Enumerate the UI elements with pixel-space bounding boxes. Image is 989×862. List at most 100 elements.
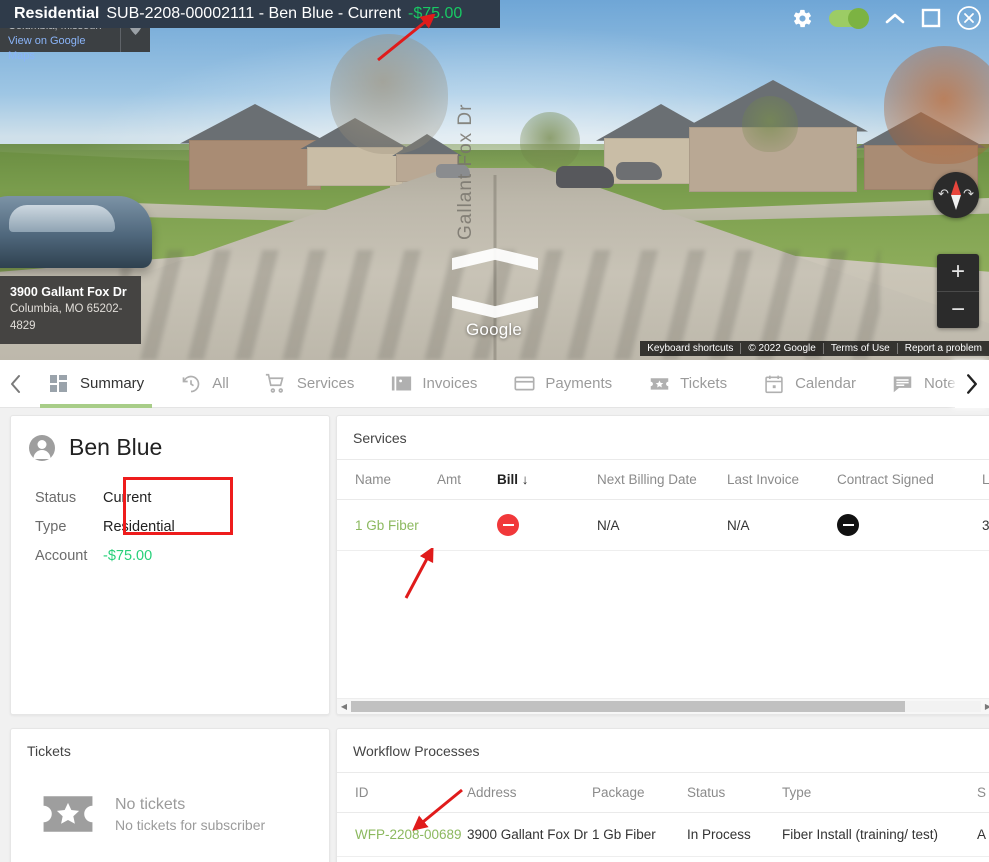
- tabs-scroll-right-button[interactable]: [955, 360, 989, 408]
- cart-icon: [265, 373, 287, 395]
- detail-value-status: Current: [103, 489, 152, 506]
- tickets-empty-title: No tickets: [115, 795, 186, 813]
- services-horizontal-scrollbar[interactable]: ◀ ▶: [337, 698, 989, 714]
- col-truncated[interactable]: S: [977, 772, 989, 813]
- sort-descending-icon: ↓: [521, 472, 529, 487]
- tab-payments[interactable]: Payments: [495, 360, 630, 408]
- summary-content: Ben Blue Status Current Type Residential…: [0, 408, 989, 862]
- detail-row-status: Status Current: [35, 483, 329, 512]
- tab-label: Summary: [80, 375, 145, 392]
- parked-car-2: [616, 162, 662, 180]
- street-view-panel[interactable]: Gallant Fox Dr Google ↶ ↷ + − 3900 Galla…: [0, 0, 989, 360]
- col-last-invoice[interactable]: Last Invoice: [727, 459, 837, 500]
- col-amt[interactable]: Amt: [437, 459, 497, 500]
- street-name-overlay: Gallant Fox Dr: [455, 103, 476, 240]
- col-contract-signed[interactable]: Contract Signed: [837, 459, 982, 500]
- close-icon[interactable]: [957, 6, 981, 30]
- scroll-right-arrow-icon[interactable]: ▶: [981, 702, 989, 711]
- workflow-address: 3900 Gallant Fox Dr: [467, 812, 592, 857]
- terms-of-use-link[interactable]: Terms of Use: [822, 343, 897, 354]
- col-name[interactable]: Name: [337, 459, 437, 500]
- minus-circle-black-icon: [837, 514, 859, 536]
- window-title-bar: Residential SUB-2208-00002111 - Ben Blue…: [0, 0, 500, 28]
- chevron-forward-icon[interactable]: [452, 248, 538, 270]
- compass-needle-south: [951, 195, 961, 210]
- window-controls: [792, 2, 981, 34]
- col-next-billing-date[interactable]: Next Billing Date: [597, 459, 727, 500]
- tab-calendar[interactable]: Calendar: [745, 360, 874, 408]
- detail-row-type: Type Residential: [35, 512, 329, 541]
- chevron-up-icon[interactable]: [885, 11, 905, 25]
- address-line-2: Columbia, MO 65202-4829: [10, 303, 123, 332]
- service-name-link[interactable]: 1 Gb Fiber: [337, 499, 437, 551]
- col-package[interactable]: Package: [592, 772, 687, 813]
- chevron-backward-icon[interactable]: [452, 296, 538, 318]
- app-window: Gallant Fox Dr Google ↶ ↷ + − 3900 Galla…: [0, 0, 989, 862]
- toggle-switch[interactable]: [829, 7, 869, 29]
- workflow-truncated-value: A: [977, 812, 989, 857]
- dashboard-icon: [48, 373, 70, 395]
- col-id[interactable]: ID: [337, 772, 467, 813]
- parked-car-foreground: [0, 196, 152, 268]
- rotate-right-icon[interactable]: ↷: [963, 186, 974, 202]
- col-location[interactable]: Location: [982, 459, 989, 500]
- ticket-icon: [648, 373, 670, 395]
- image-icon: [390, 373, 412, 395]
- table-row[interactable]: 1 Gb Fiber N/A N/A 3900 Gallant: [337, 499, 989, 551]
- workflow-status: In Process: [687, 812, 782, 857]
- tab-list: Summary All Services Invoices Payments T…: [30, 360, 989, 408]
- gear-icon[interactable]: [792, 8, 813, 29]
- scrollbar-thumb[interactable]: [351, 701, 906, 712]
- tree-green-left: [520, 112, 580, 170]
- scrollbar-track[interactable]: [351, 701, 981, 712]
- tab-invoices[interactable]: Invoices: [372, 360, 495, 408]
- minus-circle-red-icon: [497, 514, 519, 536]
- workflow-processes-card: Workflow Processes ID Address Package St…: [336, 728, 989, 862]
- parked-car-1: [556, 166, 614, 188]
- service-bill-status: [497, 499, 597, 551]
- report-problem-link[interactable]: Report a problem: [896, 343, 989, 354]
- map-zoom-controls[interactable]: + −: [937, 254, 979, 328]
- workflow-type: Fiber Install (training/ test): [782, 812, 977, 857]
- tab-tickets[interactable]: Tickets: [630, 360, 745, 408]
- table-row[interactable]: WFP-2208-00689 3900 Gallant Fox Dr 1 Gb …: [337, 812, 989, 857]
- workflow-card-title: Workflow Processes: [353, 743, 480, 759]
- ticket-star-icon: [41, 794, 95, 834]
- tickets-card: Tickets No tickets No tickets for subscr…: [10, 728, 330, 862]
- street-view-navigation-chevrons[interactable]: [452, 248, 538, 318]
- history-icon: [180, 373, 202, 395]
- workflow-header-row: ID Address Package Status Type S: [337, 772, 989, 813]
- customer-card: Ben Blue Status Current Type Residential…: [10, 415, 330, 715]
- detail-label: Status: [35, 489, 77, 506]
- street-address-plate: 3900 Gallant Fox Dr Columbia, MO 65202-4…: [0, 276, 141, 344]
- tickets-empty-state: No tickets No tickets for subscriber: [11, 772, 329, 834]
- maximize-icon[interactable]: [921, 8, 941, 28]
- customer-name: Ben Blue: [69, 434, 163, 460]
- rotate-left-icon[interactable]: ↶: [938, 186, 949, 202]
- tab-label: Tickets: [680, 375, 728, 392]
- services-card: Services Name Amt Bill ↓ Next Billing Da…: [336, 415, 989, 715]
- scroll-left-arrow-icon[interactable]: ◀: [337, 702, 351, 711]
- tab-services[interactable]: Services: [247, 360, 373, 408]
- compass-control[interactable]: ↶ ↷: [933, 172, 979, 218]
- compass-needle-north: [951, 180, 961, 195]
- tabs-scroll-left-button[interactable]: [0, 360, 30, 408]
- zoom-in-button[interactable]: +: [937, 254, 979, 292]
- tab-summary[interactable]: Summary: [30, 360, 162, 408]
- col-status[interactable]: Status: [687, 772, 782, 813]
- title-balance: -$75.00: [408, 5, 463, 22]
- view-on-google-maps-link[interactable]: View on Google Maps: [8, 34, 112, 64]
- detail-label: Account: [35, 547, 88, 564]
- copyright-label: © 2022 Google: [740, 343, 822, 354]
- workflow-id-link[interactable]: WFP-2208-00689: [337, 812, 467, 857]
- address-line-1: 3900 Gallant Fox Dr: [10, 285, 127, 299]
- zoom-out-button[interactable]: −: [937, 292, 979, 329]
- detail-value-type: Residential: [103, 518, 175, 535]
- col-address[interactable]: Address: [467, 772, 592, 813]
- service-amt: [437, 499, 497, 551]
- col-type[interactable]: Type: [782, 772, 977, 813]
- avatar: [29, 434, 55, 461]
- col-bill[interactable]: Bill ↓: [497, 459, 597, 500]
- tab-all[interactable]: All: [162, 360, 247, 408]
- keyboard-shortcuts-link[interactable]: Keyboard shortcuts: [640, 343, 740, 354]
